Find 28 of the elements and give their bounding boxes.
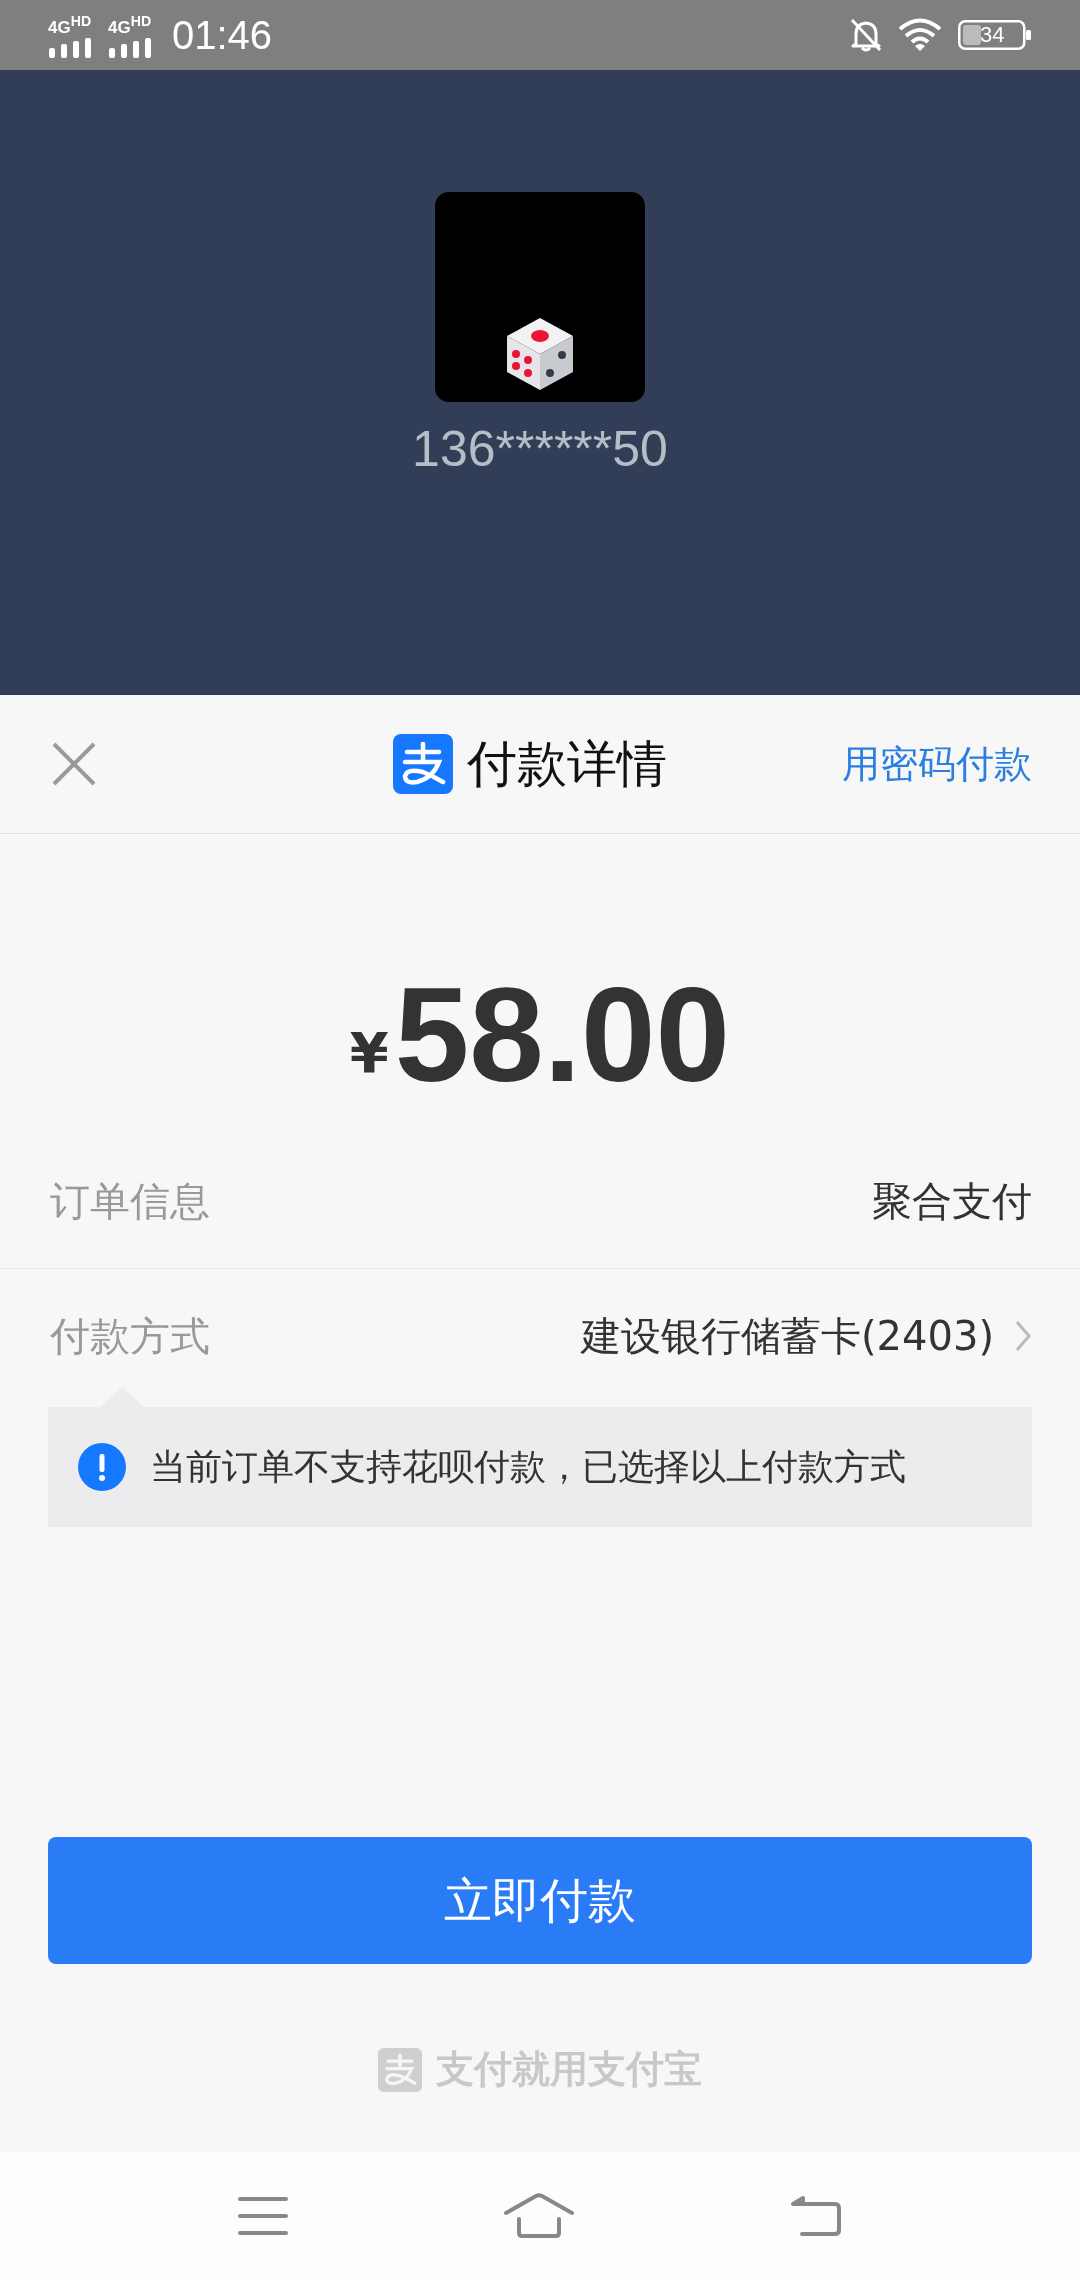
battery-icon <box>958 20 1032 50</box>
info-icon <box>78 1443 126 1491</box>
payment-amount: ¥58.00 <box>348 958 732 1111</box>
row-label: 付款方式 <box>50 1311 210 1361</box>
row-value: 聚合支付 <box>872 1176 1032 1226</box>
page-title: 付款详情 <box>467 733 667 795</box>
back-button[interactable] <box>789 2194 843 2238</box>
signal-icon <box>108 37 152 58</box>
network-type: 4G$^{HD}$ <box>48 12 92 37</box>
network-type: 4G$^{HD}$ <box>108 12 152 37</box>
account-number: 136******50 <box>412 420 668 478</box>
signal-icon <box>48 37 92 58</box>
pay-now-button[interactable]: 立即付款 <box>48 1837 1032 1964</box>
notice-text: 当前订单不支持花呗付款，已选择以上付款方式 <box>150 1444 906 1489</box>
pay-with-password-link[interactable]: 用密码付款 <box>842 738 1032 790</box>
battery-percent: 34 <box>980 22 1005 48</box>
chevron-right-icon[interactable] <box>1014 1319 1032 1353</box>
payment-logo-icon <box>393 734 453 794</box>
menu-button[interactable] <box>237 2196 289 2236</box>
close-button[interactable] <box>50 740 98 788</box>
wifi-icon <box>898 18 942 52</box>
row-value[interactable]: 建设银行储蓄卡(2403) <box>581 1308 994 1364</box>
payment-logo-icon <box>378 2047 422 2092</box>
home-button[interactable] <box>503 2193 575 2239</box>
dice-icon <box>505 316 575 392</box>
bell-off-icon <box>850 18 882 52</box>
clock: 01:46 <box>172 12 273 58</box>
row-label: 订单信息 <box>50 1176 210 1226</box>
